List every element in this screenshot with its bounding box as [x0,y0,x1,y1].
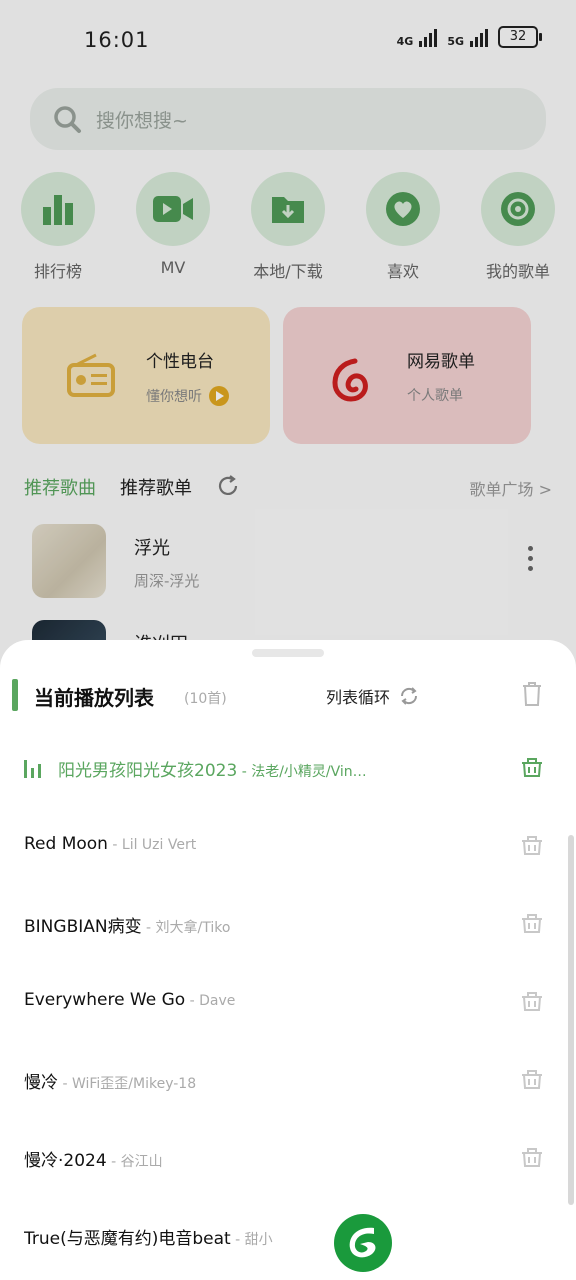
playlist-count: (10首) [184,691,227,707]
playlist-item-artist: - Dave [185,993,236,1009]
accent-bar [12,679,18,711]
playlist-item[interactable]: True(与恶魔有约)电音beat - 甜小 [0,1208,576,1264]
playlist-item[interactable]: 慢冷·2024 - 谷江山 [0,1130,576,1186]
playlist-item-title: True(与恶魔有约)电音beat [24,1229,231,1249]
playlist-item-title: 阳光男孩阳光女孩2023 [58,761,238,781]
now-playing-icon [24,758,41,778]
playlist-item-title: 慢冷·2024 [24,1151,107,1171]
playlist-item-artist: - WiFi歪歪/Mikey-18 [58,1076,197,1092]
playlist-item-artist: - Lil Uzi Vert [107,837,197,853]
playlist-item-artist: - 法老/小精灵/Vin… [237,764,367,780]
remove-icon[interactable] [520,832,544,856]
playlist-item-title: BINGBIAN病变 [24,917,142,937]
playlist-scrollbar[interactable] [568,835,574,1205]
app-logo-icon[interactable] [334,1214,392,1272]
remove-icon[interactable] [520,988,544,1012]
remove-icon[interactable] [520,754,544,778]
playlist-sheet: 当前播放列表 (10首) 列表循环 阳光男孩阳光女孩2023 - 法老/小精灵/… [0,640,576,1280]
trash-icon[interactable] [520,681,544,707]
playlist-item-artist: - 刘大拿/Tiko [141,920,231,936]
playlist-item-title: 慢冷 [24,1073,58,1093]
playlist-item[interactable]: Red Moon - Lil Uzi Vert [0,818,576,874]
playlist-item[interactable]: 阳光男孩阳光女孩2023 - 法老/小精灵/Vin… [0,740,576,796]
loop-mode-label: 列表循环 [326,688,391,707]
playlist-title: 当前播放列表 [34,686,154,710]
playlist-item[interactable]: 慢冷 - WiFi歪歪/Mikey-18 [0,1052,576,1108]
loop-icon [401,687,418,705]
remove-icon[interactable] [520,1066,544,1090]
loop-mode-button[interactable]: 列表循环 [326,684,420,708]
playlist-item-title: Red Moon [24,834,108,854]
playlist-item[interactable]: BINGBIAN病变 - 刘大拿/Tiko [0,896,576,952]
playlist-item-artist: - 谷江山 [106,1154,163,1170]
remove-icon[interactable] [520,1144,544,1168]
playlist-item[interactable]: Everywhere We Go - Dave [0,974,576,1030]
playlist-item-artist: - 甜小 [230,1232,273,1248]
playlist-header: 当前播放列表 (10首) 列表循环 [0,678,576,714]
playlist-item-title: Everywhere We Go [24,990,186,1010]
drag-handle[interactable] [252,649,324,657]
remove-icon[interactable] [520,910,544,934]
